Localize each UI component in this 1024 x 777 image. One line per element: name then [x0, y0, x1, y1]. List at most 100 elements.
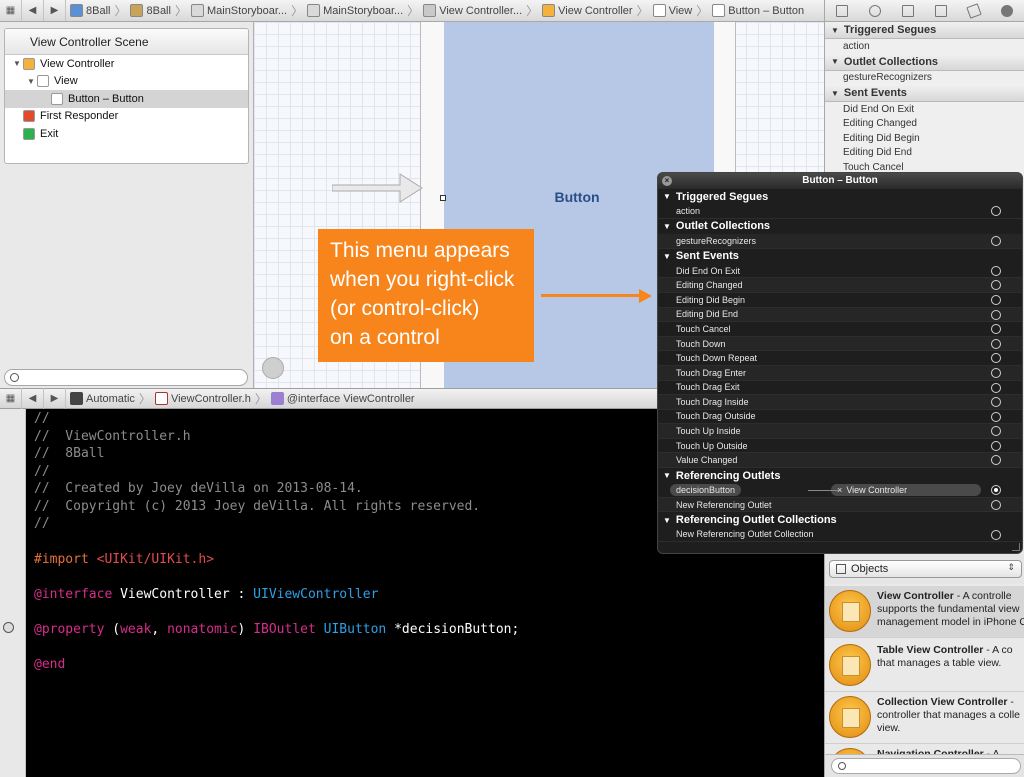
hud-section-header[interactable]: ▼ Referencing Outlets [658, 468, 1022, 483]
inspector-row[interactable]: action [825, 39, 1024, 54]
disclosure-open-icon[interactable]: ▼ [831, 26, 839, 35]
related-items-icon[interactable]: ▦ [0, 387, 22, 410]
outlet-connection-dot-icon[interactable] [3, 622, 14, 633]
connection-circle-icon[interactable] [991, 294, 1001, 305]
hud-row[interactable]: Touch Drag Enter [658, 365, 1022, 381]
outline-filter-field[interactable] [4, 369, 248, 386]
disclosure-open-icon[interactable]: ▼ [831, 89, 839, 98]
editor-gutter[interactable] [0, 409, 26, 777]
close-icon[interactable]: × [662, 176, 672, 186]
library-item[interactable]: View Controller - A controlle supports th… [825, 586, 1024, 638]
inspector-row[interactable]: Editing Did Begin [825, 131, 1024, 146]
connection-circle-icon[interactable] [991, 529, 1001, 540]
connection-circle-icon[interactable] [991, 206, 1001, 217]
library-filter-field[interactable] [831, 758, 1021, 774]
forward-arrow-icon[interactable]: ▶ [44, 0, 66, 21]
breadcrumb-item[interactable]: View [649, 4, 697, 17]
inspector-row[interactable]: gestureRecognizers [825, 71, 1024, 86]
file-inspector-icon[interactable] [835, 4, 848, 17]
canvas-button[interactable]: Button [522, 189, 632, 205]
hud-row[interactable]: Touch Cancel [658, 322, 1022, 337]
hud-row[interactable]: Touch Up Inside [658, 424, 1022, 439]
hud-section-header[interactable]: ▼ Triggered Segues [658, 189, 1022, 204]
disclosure-open-icon[interactable]: ▼ [663, 516, 671, 525]
breadcrumb-item[interactable]: MainStoryboar... [187, 4, 291, 17]
connection-circle-icon[interactable] [991, 397, 1001, 408]
connection-circle-icon[interactable] [991, 324, 1001, 335]
size-inspector-icon[interactable] [966, 2, 982, 19]
connection-circle-icon[interactable] [991, 382, 1001, 393]
connection-circle-icon[interactable] [991, 485, 1001, 496]
outline-item[interactable]: Button – Button [5, 90, 248, 108]
connection-circle-icon[interactable] [991, 309, 1001, 320]
library-item[interactable]: Collection View Controller - controller … [825, 692, 1024, 744]
hud-section-header[interactable]: ▼ Outlet Collections [658, 219, 1022, 234]
hud-row[interactable]: Touch Up Outside [658, 439, 1022, 454]
hud-row[interactable]: action [658, 204, 1022, 219]
hud-row[interactable]: Touch Down [658, 336, 1022, 352]
outline-item[interactable]: ▼ View Controller [5, 55, 248, 73]
library-item[interactable]: Navigation Controller - A [825, 744, 1024, 754]
inspector-row[interactable]: Editing Changed [825, 117, 1024, 132]
hud-section-header[interactable]: ▼ Referencing Outlet Collections [658, 512, 1022, 527]
disclosure-open-icon[interactable]: ▼ [831, 57, 839, 66]
connection-circle-icon[interactable] [991, 265, 1001, 276]
resize-handle-icon[interactable] [1012, 543, 1020, 551]
quick-help-icon[interactable] [868, 4, 881, 17]
attributes-inspector-icon[interactable] [935, 4, 948, 17]
library-selector[interactable]: Objects ⇕ [829, 560, 1022, 578]
disclosure-open-icon[interactable]: ▼ [663, 192, 671, 201]
inspector-section-header[interactable]: ▼ Outlet Collections [825, 53, 1024, 71]
back-arrow-icon[interactable]: ◀ [22, 387, 44, 410]
back-arrow-icon[interactable]: ◀ [22, 0, 44, 21]
scene-title[interactable]: View Controller Scene [5, 29, 248, 55]
hud-row[interactable]: Editing Did Begin [658, 293, 1022, 308]
related-items-icon[interactable]: ▦ [0, 0, 22, 21]
hud-row[interactable]: Editing Did End [658, 307, 1022, 323]
hud-row[interactable]: Touch Drag Exit [658, 381, 1022, 396]
hud-row[interactable]: Did End On Exit [658, 264, 1022, 279]
connection-target[interactable]: × View Controller [831, 484, 982, 497]
identity-inspector-icon[interactable] [901, 4, 914, 17]
hud-row[interactable]: New Referencing Outlet Collection [658, 528, 1022, 543]
interface-crumb[interactable]: @interface ViewController [267, 392, 419, 405]
inspector-section-header[interactable]: ▼ Triggered Segues [825, 22, 1024, 39]
breadcrumb-item[interactable]: MainStoryboar... [303, 4, 407, 17]
breadcrumb-item[interactable]: View Controller [538, 4, 636, 17]
outline-item[interactable]: ▼ View [5, 73, 248, 91]
disclosure-open-icon[interactable]: ▼ [27, 77, 37, 86]
hud-section-header[interactable]: ▼ Sent Events [658, 249, 1022, 264]
connections-inspector-icon[interactable] [1001, 4, 1014, 17]
breadcrumb-item[interactable]: View Controller... [419, 4, 526, 17]
connection-circle-icon[interactable] [991, 235, 1001, 246]
hud-row[interactable]: Value Changed [658, 453, 1022, 469]
inspector-row[interactable]: Editing Did End [825, 146, 1024, 161]
hud-row[interactable]: Editing Changed [658, 278, 1022, 293]
hud-row[interactable]: Touch Drag Outside [658, 410, 1022, 425]
connection-circle-icon[interactable] [991, 440, 1001, 451]
hud-row[interactable]: Touch Drag Inside [658, 395, 1022, 410]
disclosure-open-icon[interactable]: ▼ [663, 222, 671, 231]
breadcrumb-item[interactable]: 8Ball [126, 4, 174, 17]
connection-circle-icon[interactable] [991, 367, 1001, 378]
disclosure-open-icon[interactable]: ▼ [663, 252, 671, 261]
connection-circle-icon[interactable] [991, 411, 1001, 422]
connection-circle-icon[interactable] [991, 280, 1001, 291]
selection-handle[interactable] [440, 195, 446, 201]
header-file-crumb[interactable]: ViewController.h [151, 392, 255, 405]
connection-circle-icon[interactable] [991, 499, 1001, 510]
disclosure-open-icon[interactable]: ▼ [663, 471, 671, 480]
outline-item[interactable]: First Responder [5, 108, 248, 126]
breadcrumb-item[interactable]: 8Ball [66, 4, 114, 17]
connection-circle-icon[interactable] [991, 426, 1001, 437]
show-outline-button[interactable] [262, 357, 284, 379]
library-item[interactable]: Table View Controller - A co that manages… [825, 640, 1024, 692]
connection-circle-icon[interactable] [991, 338, 1001, 349]
connection-circle-icon[interactable] [991, 455, 1001, 466]
assistant-mode[interactable]: Automatic [66, 392, 139, 405]
hud-row[interactable]: New Referencing Outlet [658, 497, 1022, 513]
outline-item[interactable]: Exit [5, 125, 248, 143]
inspector-row[interactable]: Did End On Exit [825, 102, 1024, 117]
hud-row[interactable]: Touch Down Repeat [658, 351, 1022, 366]
breadcrumb-item[interactable]: Button – Button [708, 4, 808, 17]
